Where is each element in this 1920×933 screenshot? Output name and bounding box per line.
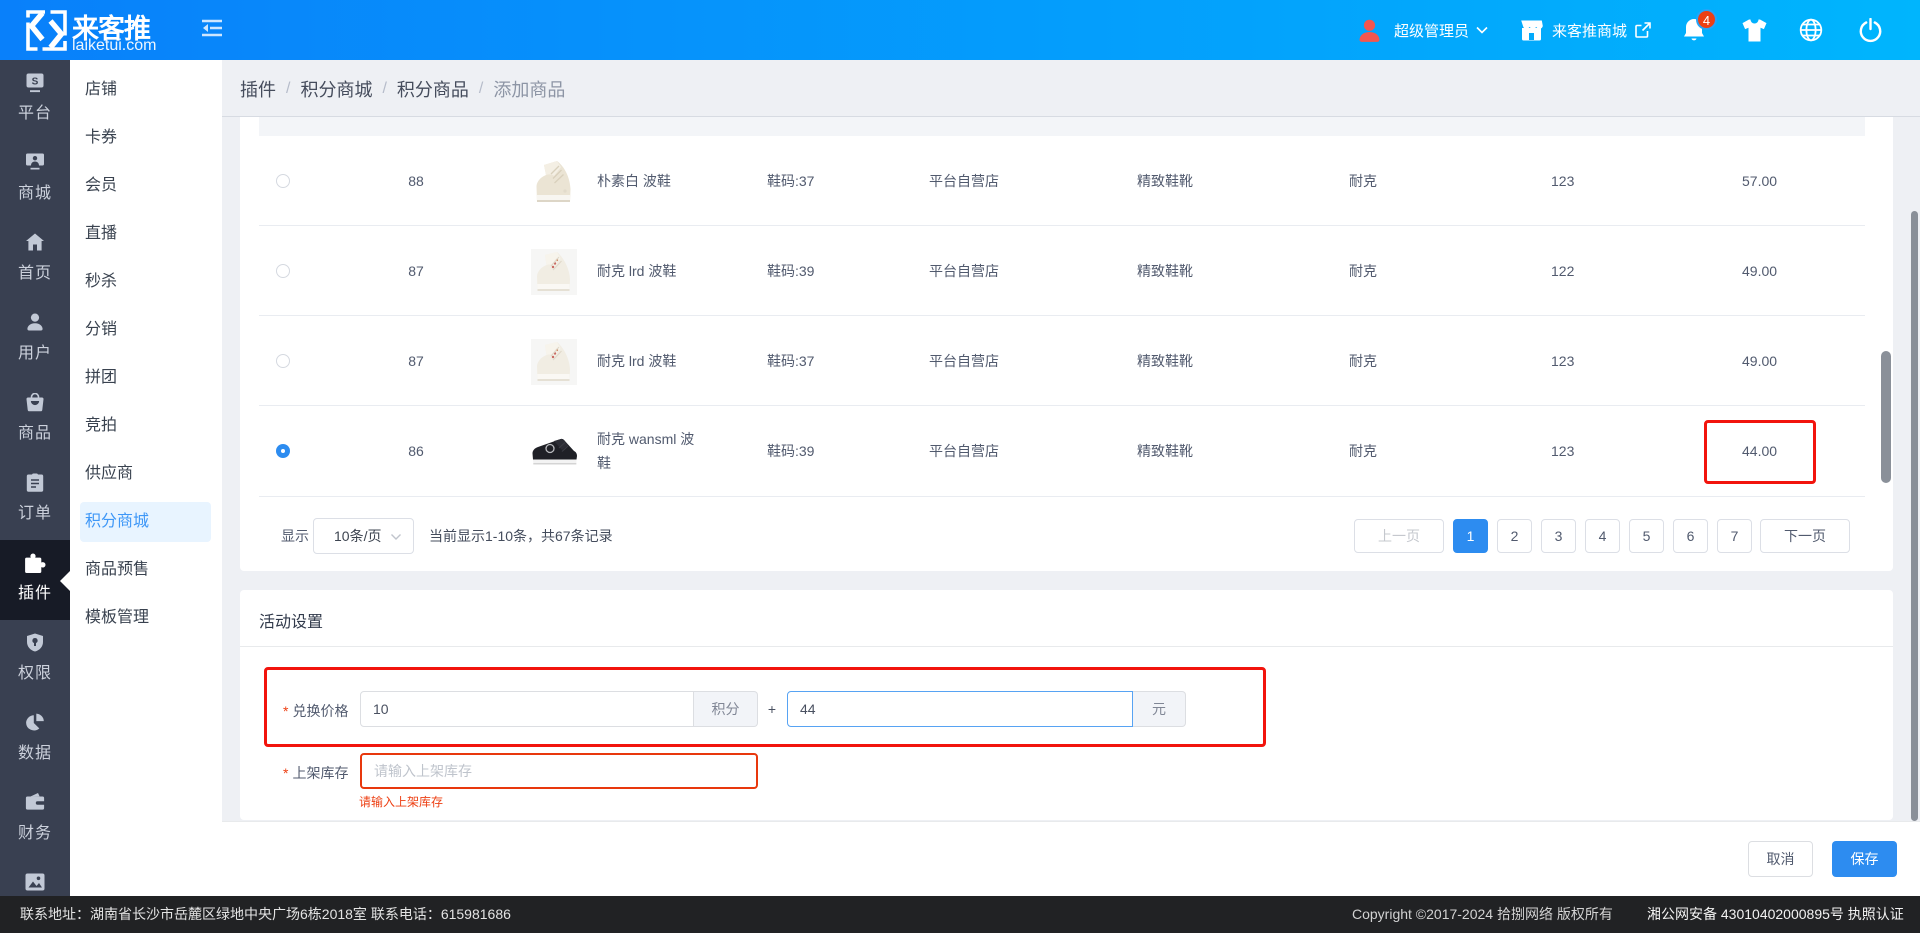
svg-text:S: S <box>32 77 39 88</box>
